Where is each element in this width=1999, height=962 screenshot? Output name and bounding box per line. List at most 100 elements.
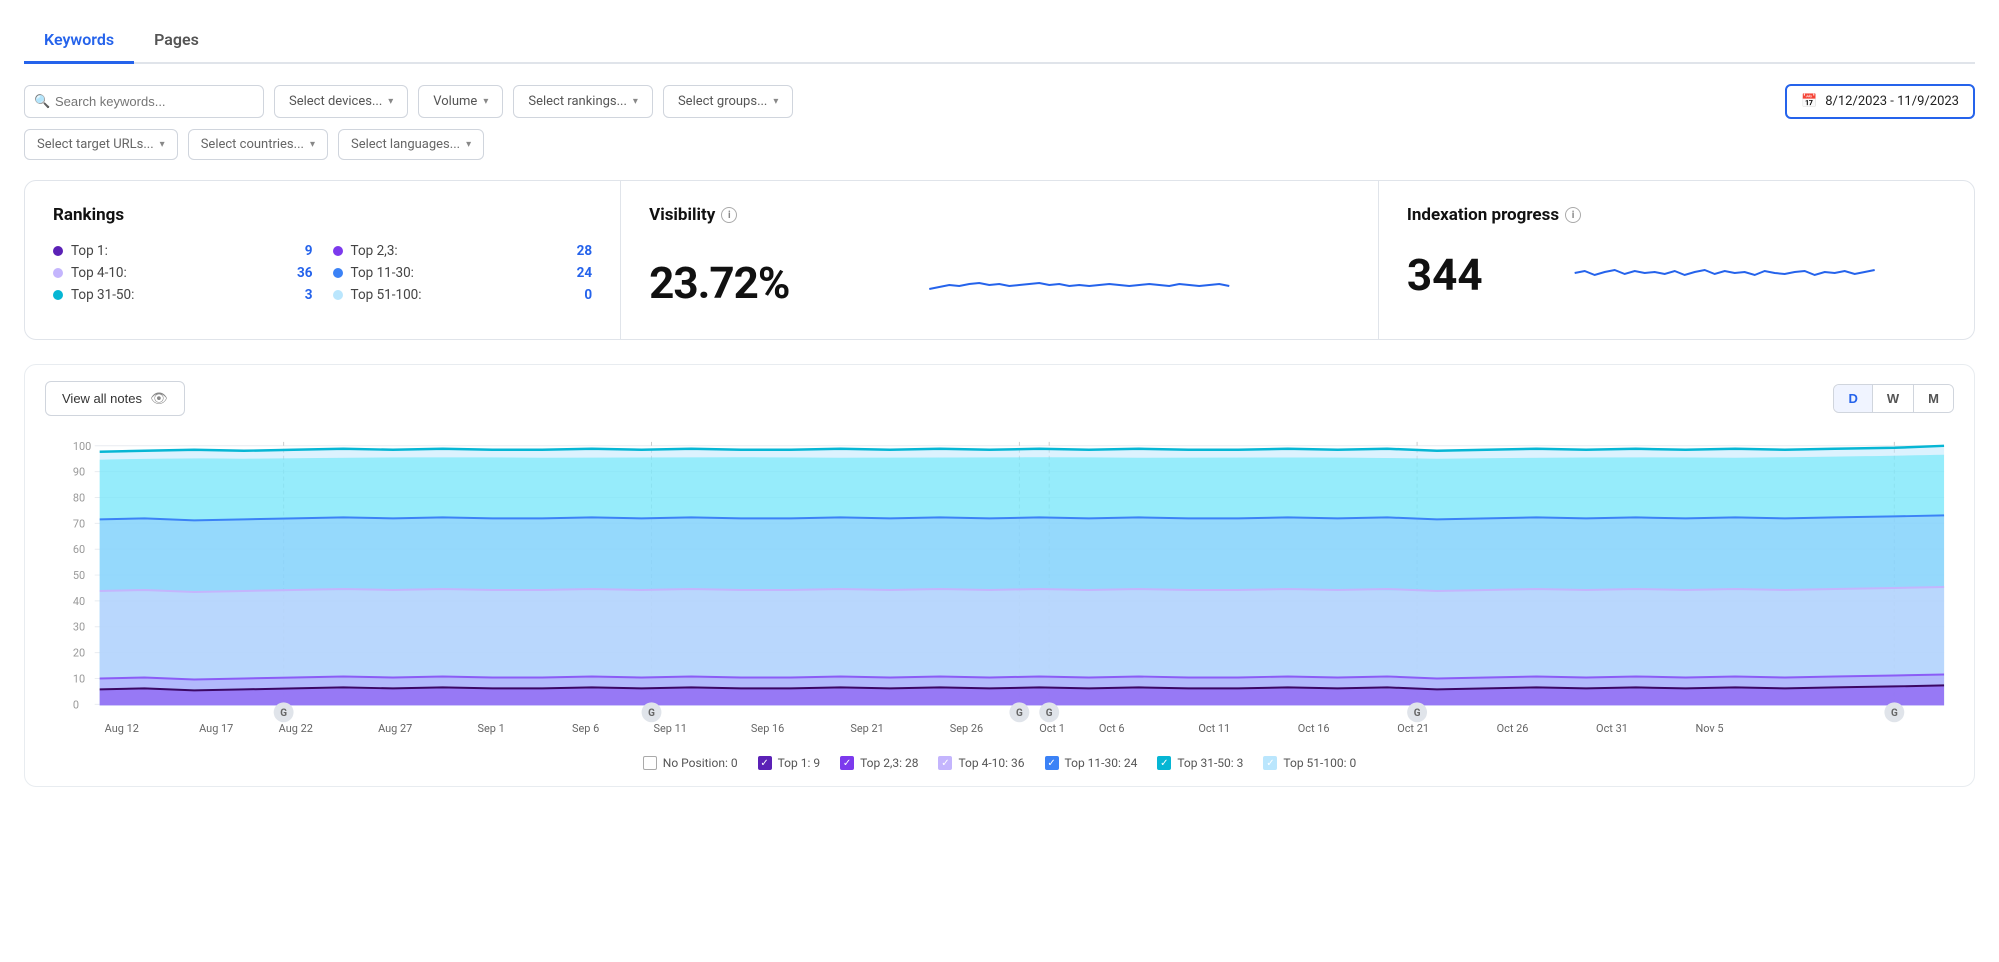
chevron-down-icon: ▾ (483, 96, 488, 107)
chevron-down-icon: ▾ (310, 139, 315, 150)
info-icon[interactable]: i (721, 207, 737, 223)
visibility-card: Visibility i 23.72% (621, 181, 1379, 339)
svg-text:30: 30 (73, 621, 85, 634)
legend-item[interactable]: ✓Top 11-30: 24 (1045, 756, 1138, 770)
tab-pages[interactable]: Pages (134, 20, 219, 64)
svg-text:G: G (1414, 708, 1421, 719)
visibility-value: 23.72% (649, 257, 789, 309)
chevron-down-icon: ▾ (466, 139, 471, 150)
svg-text:G: G (1891, 708, 1898, 719)
tab-keywords[interactable]: Keywords (24, 20, 134, 64)
svg-text:G: G (280, 708, 287, 719)
countries-filter[interactable]: Select countries... ▾ (188, 129, 328, 160)
indexation-value: 344 (1407, 249, 1483, 301)
svg-text:Sep 26: Sep 26 (950, 722, 983, 735)
countries-label: Select countries... (201, 137, 304, 152)
main-tabs: Keywords Pages (24, 20, 1975, 64)
visibility-main: 23.72% (649, 251, 1350, 315)
svg-text:40: 40 (73, 595, 85, 608)
volume-filter[interactable]: Volume ▾ (418, 85, 503, 118)
svg-text:10: 10 (73, 672, 85, 685)
rankings-filter[interactable]: Select rankings... ▾ (513, 85, 653, 118)
indexation-title: Indexation progress i (1407, 205, 1946, 225)
ranking-item: Top 31-50:3 (53, 287, 313, 303)
svg-text:70: 70 (73, 517, 85, 530)
legend-item[interactable]: ✓Top 2,3: 28 (840, 756, 918, 770)
period-btn-w[interactable]: W (1873, 385, 1914, 412)
ranking-item: Top 4-10:36 (53, 265, 313, 281)
ranking-item: Top 51-100:0 (333, 287, 593, 303)
main-chart-svg: 100 90 80 70 60 50 40 30 20 10 (45, 426, 1954, 746)
chart-controls: View all notes 👁 DWM (45, 381, 1954, 416)
stats-row: Rankings Top 1:9Top 2,3:28Top 4-10:36Top… (24, 180, 1975, 340)
rankings-label: Select rankings... (528, 94, 627, 109)
svg-text:G: G (1016, 708, 1023, 719)
legend-item[interactable]: ✓Top 51-100: 0 (1263, 756, 1356, 770)
visibility-title: Visibility i (649, 205, 1350, 225)
filter-row-1: 🔍 Select devices... ▾ Volume ▾ Select ra… (24, 84, 1975, 119)
chart-legend: No Position: 0 ✓Top 1: 9 ✓Top 2,3: 28 ✓Top … (45, 756, 1954, 770)
languages-label: Select languages... (351, 137, 460, 152)
rankings-card: Rankings Top 1:9Top 2,3:28Top 4-10:36Top… (25, 181, 621, 339)
date-range-picker[interactable]: 📅 8/12/2023 - 11/9/2023 (1785, 84, 1975, 119)
legend-item[interactable]: No Position: 0 (643, 756, 738, 770)
legend-item[interactable]: ✓Top 4-10: 36 (938, 756, 1024, 770)
svg-text:Oct 16: Oct 16 (1298, 722, 1330, 735)
rankings-grid: Top 1:9Top 2,3:28Top 4-10:36Top 11-30:24… (53, 243, 592, 303)
svg-text:Nov 5: Nov 5 (1695, 722, 1723, 735)
legend-item[interactable]: ✓Top 31-50: 3 (1157, 756, 1243, 770)
filter-row-2: Select target URLs... ▾ Select countries… (24, 129, 1975, 160)
rankings-title: Rankings (53, 205, 592, 225)
indexation-sparkline (1503, 243, 1946, 307)
svg-text:G: G (648, 708, 655, 719)
view-notes-label: View all notes (62, 391, 142, 406)
svg-text:Aug 22: Aug 22 (279, 722, 313, 735)
groups-filter[interactable]: Select groups... ▾ (663, 85, 793, 118)
svg-text:G: G (1046, 708, 1053, 719)
indexation-card: Indexation progress i 344 (1379, 181, 1974, 339)
target-urls-label: Select target URLs... (37, 137, 154, 152)
search-wrap: 🔍 (24, 85, 264, 118)
eye-icon: 👁 (150, 390, 168, 407)
period-buttons: DWM (1833, 384, 1954, 413)
svg-text:Sep 11: Sep 11 (653, 722, 686, 735)
legend-item[interactable]: ✓Top 1: 9 (758, 756, 821, 770)
chart-section: View all notes 👁 DWM 100 90 80 70 60 (24, 364, 1975, 787)
svg-text:Oct 6: Oct 6 (1099, 722, 1125, 735)
svg-text:80: 80 (73, 491, 85, 504)
svg-text:Sep 21: Sep 21 (850, 722, 883, 735)
svg-text:Oct 26: Oct 26 (1497, 722, 1529, 735)
svg-text:Aug 17: Aug 17 (199, 722, 233, 735)
chevron-down-icon: ▾ (160, 139, 165, 150)
svg-text:20: 20 (73, 647, 85, 660)
svg-text:Oct 21: Oct 21 (1397, 722, 1429, 735)
date-range-value: 8/12/2023 - 11/9/2023 (1825, 94, 1959, 109)
period-btn-d[interactable]: D (1834, 385, 1872, 412)
info-icon[interactable]: i (1565, 207, 1581, 223)
target-urls-filter[interactable]: Select target URLs... ▾ (24, 129, 178, 160)
svg-text:Oct 31: Oct 31 (1596, 722, 1628, 735)
calendar-icon: 📅 (1801, 94, 1817, 109)
devices-label: Select devices... (289, 94, 382, 109)
groups-label: Select groups... (678, 94, 767, 109)
chevron-down-icon: ▾ (773, 96, 778, 107)
svg-text:50: 50 (73, 569, 85, 582)
svg-text:Sep 1: Sep 1 (478, 722, 505, 735)
svg-text:100: 100 (73, 440, 91, 453)
view-notes-button[interactable]: View all notes 👁 (45, 381, 185, 416)
search-input[interactable] (24, 85, 264, 118)
period-btn-m[interactable]: M (1914, 385, 1953, 412)
visibility-sparkline (809, 251, 1350, 315)
volume-label: Volume (433, 94, 477, 109)
devices-filter[interactable]: Select devices... ▾ (274, 85, 408, 118)
svg-text:90: 90 (73, 466, 85, 479)
ranking-item: Top 11-30:24 (333, 265, 593, 281)
languages-filter[interactable]: Select languages... ▾ (338, 129, 484, 160)
chart-container: 100 90 80 70 60 50 40 30 20 10 (45, 426, 1954, 746)
svg-text:Oct 11: Oct 11 (1198, 722, 1230, 735)
ranking-item: Top 2,3:28 (333, 243, 593, 259)
chevron-down-icon: ▾ (388, 96, 393, 107)
chevron-down-icon: ▾ (633, 96, 638, 107)
svg-text:60: 60 (73, 543, 85, 556)
svg-text:Aug 27: Aug 27 (378, 722, 412, 735)
